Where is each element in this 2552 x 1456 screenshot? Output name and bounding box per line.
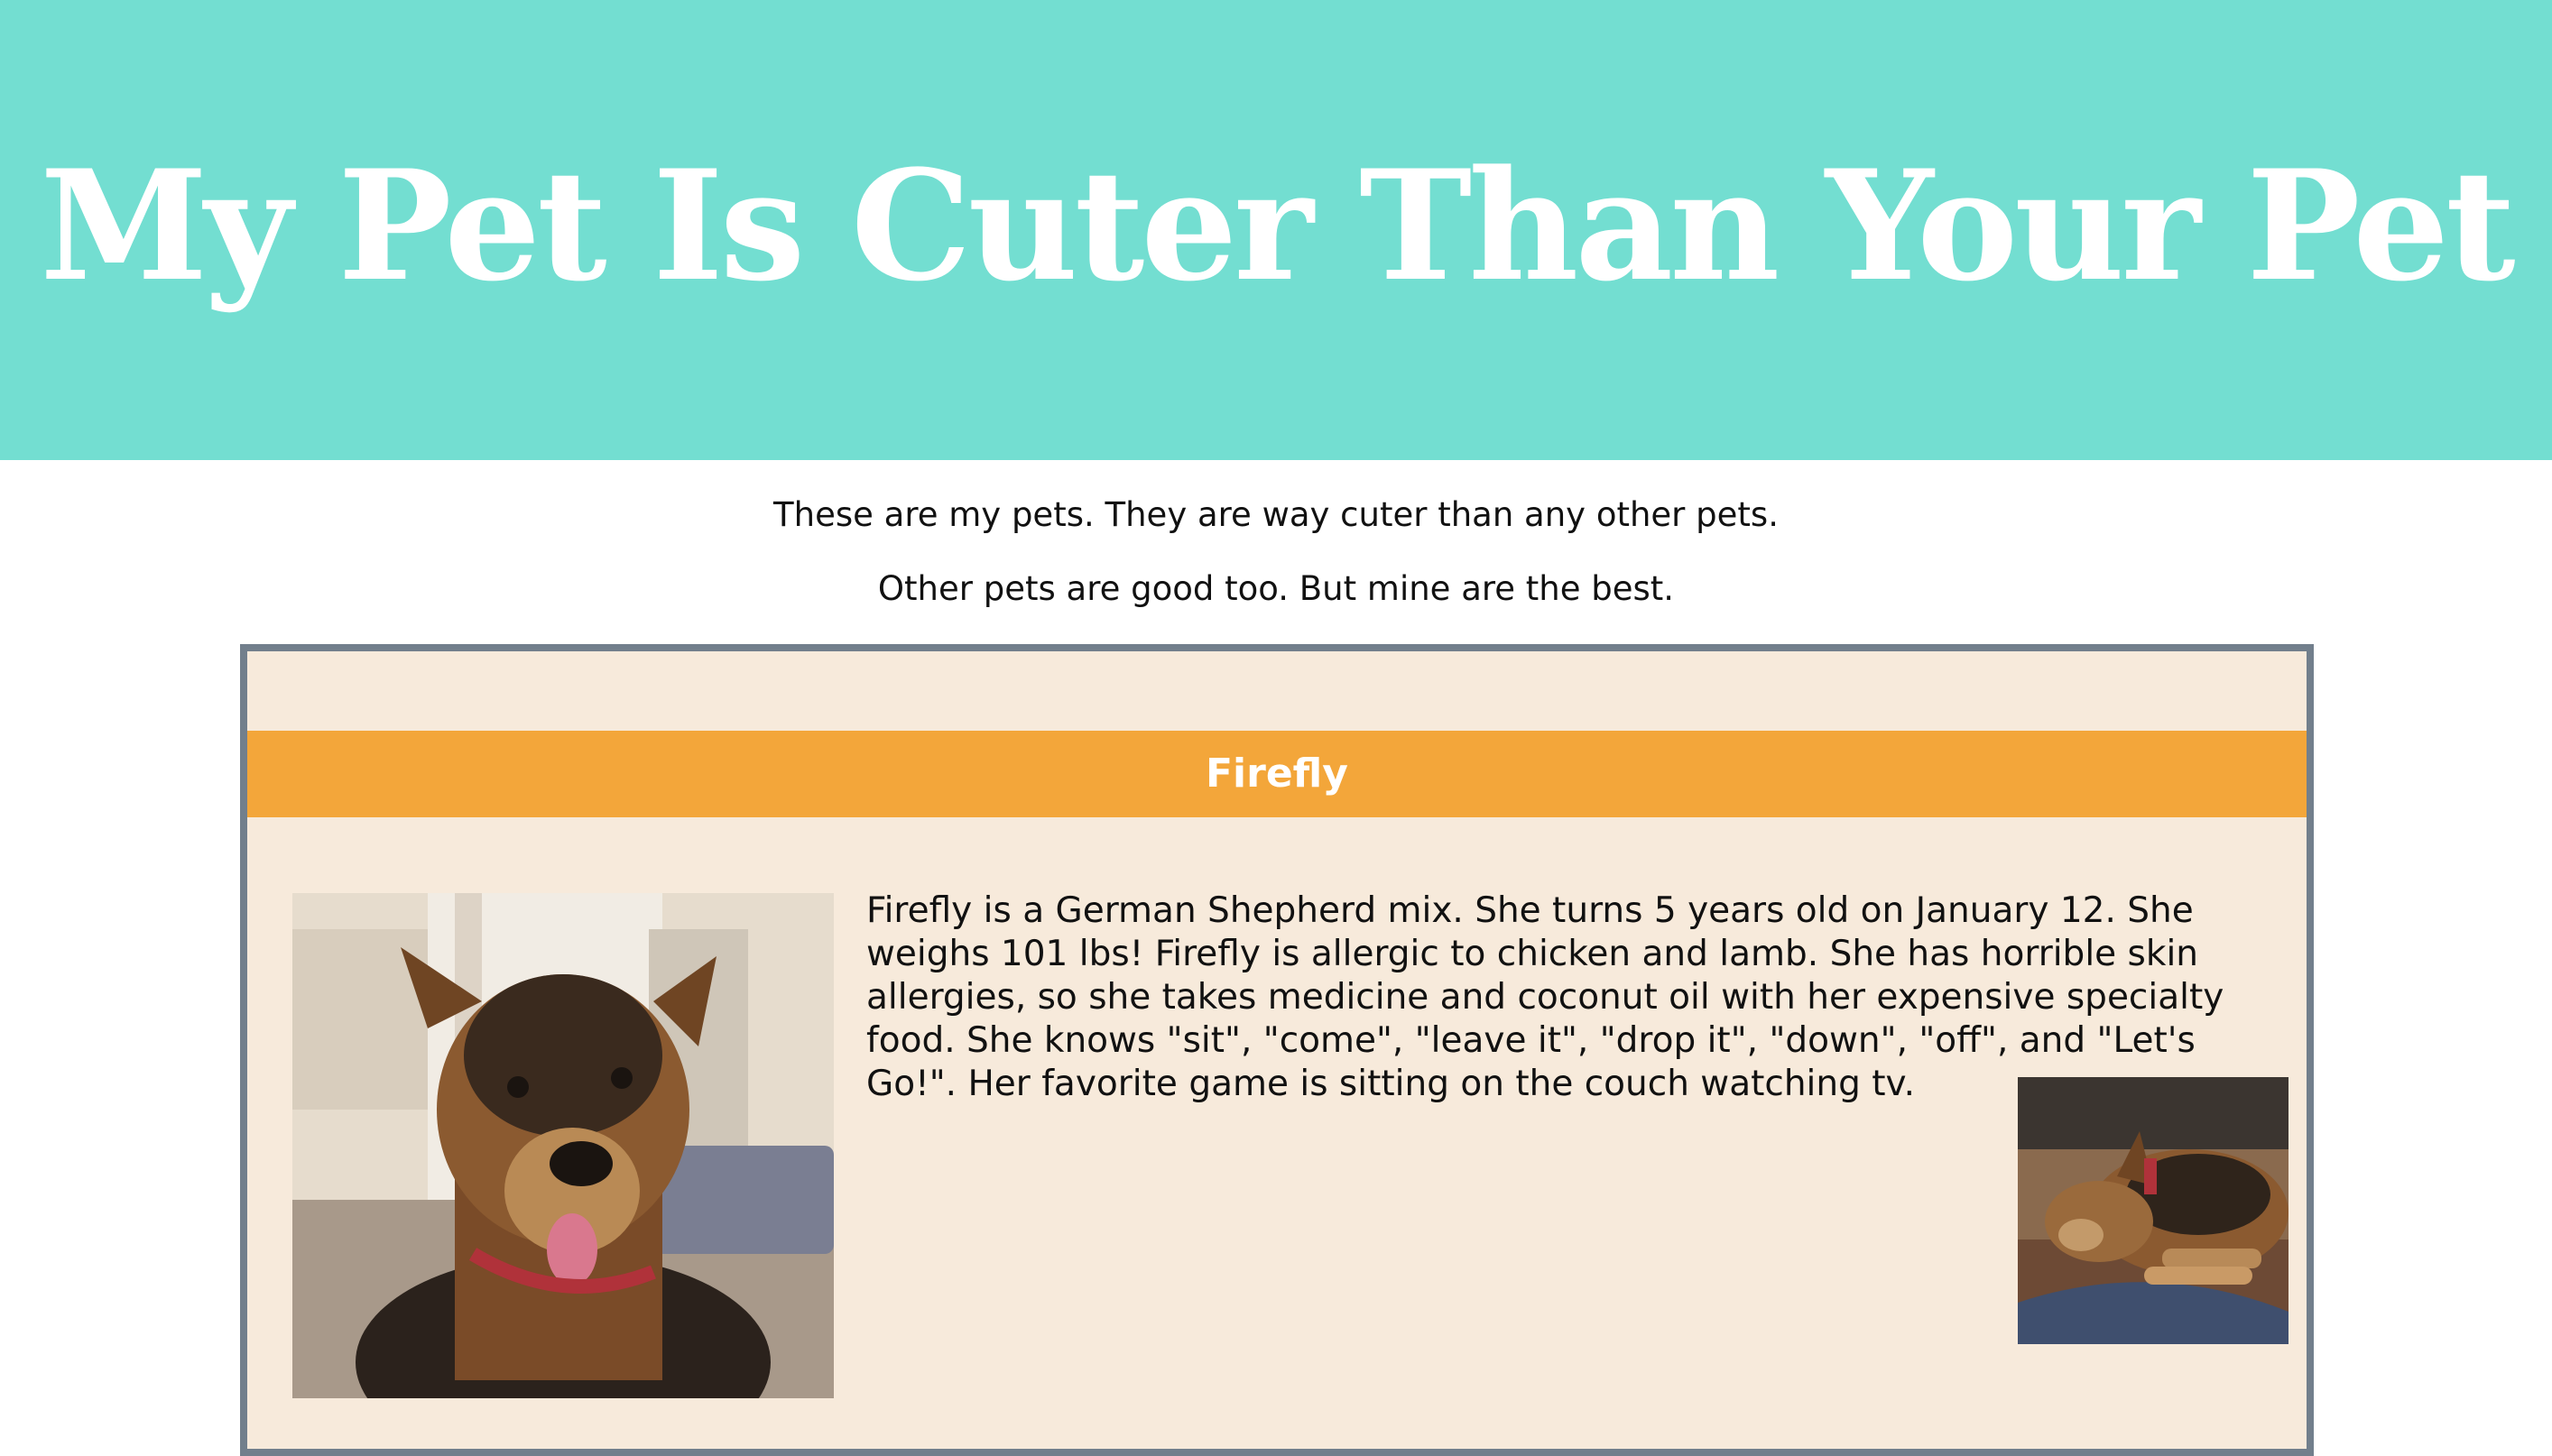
intro-text-line-2: Other pets are good too. But mine are th… xyxy=(877,569,1675,608)
page-title: My Pet Is Cuter Than Your Pet xyxy=(40,136,2515,315)
pet-description: Firefly is a German Shepherd mix. She tu… xyxy=(866,890,2224,1104)
pet-name-bar: Firefly xyxy=(247,731,2307,817)
pet-card-firefly: Firefly Firefly is a German Shepherd mix… xyxy=(240,644,2314,1456)
dog-portrait-photo xyxy=(292,893,834,1398)
dog-sleeping-photo xyxy=(2018,1077,2288,1344)
pet-name: Firefly xyxy=(1206,751,1348,797)
intro-text-line-1: These are my pets. They are way cuter th… xyxy=(773,495,1779,534)
page-header: My Pet Is Cuter Than Your Pet xyxy=(0,0,2552,460)
